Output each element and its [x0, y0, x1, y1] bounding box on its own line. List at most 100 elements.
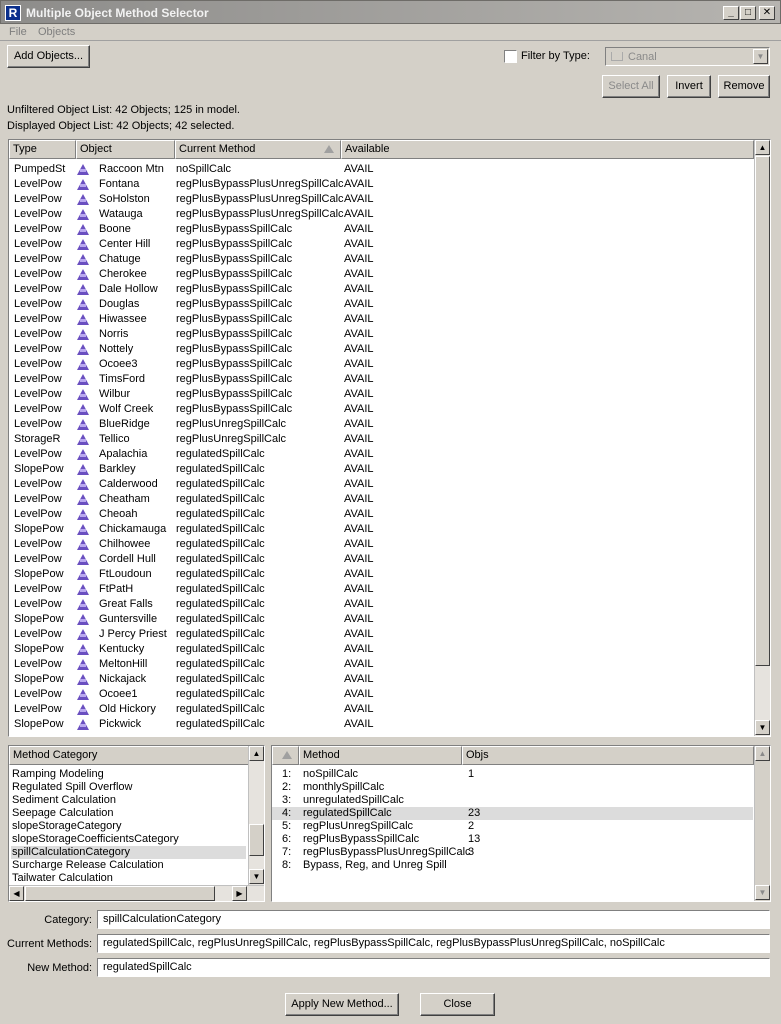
current-methods-field[interactable]: regulatedSpillCalc, regPlusUnregSpillCal… — [97, 934, 770, 953]
current-method-cell: regulatedSpillCalc — [176, 703, 265, 715]
column-header-index[interactable] — [272, 746, 299, 765]
list-item[interactable]: slopeStorageCategory — [11, 820, 246, 833]
column-header-object[interactable]: Object — [76, 140, 175, 159]
table-row[interactable]: SlopePow FtLoudoun regulatedSpillCalc AVAIL — [9, 567, 770, 582]
table-row[interactable]: SlopePow Chickamauga regulatedSpillCalc AVA… — [9, 522, 770, 537]
table-row[interactable]: 8: Bypass, Reg, and Unreg Spill — [272, 859, 753, 872]
scroll-up-icon[interactable]: ▲ — [755, 140, 770, 155]
table-row[interactable]: LevelPow Calderwood regulatedSpillCalc AVAI… — [9, 477, 770, 492]
maximize-button[interactable]: □ — [740, 6, 756, 20]
table-row[interactable]: 5: regPlusUnregSpillCalc 2 — [272, 820, 753, 833]
table-row[interactable]: LevelPow Boone regPlusBypassSpillCalc AVAIL — [9, 222, 770, 237]
object-table-scrollbar[interactable]: ▲ ▼ — [754, 140, 770, 736]
scroll-down-icon[interactable]: ▼ — [249, 869, 264, 884]
table-row[interactable]: LevelPow Center Hill regPlusBypassSpillCal… — [9, 237, 770, 252]
remove-button[interactable]: Remove — [718, 75, 770, 98]
scroll-down-icon[interactable]: ▼ — [755, 720, 770, 735]
table-row[interactable]: 6: regPlusBypassSpillCalc 13 — [272, 833, 753, 846]
scroll-right-icon[interactable]: ▶ — [232, 886, 247, 901]
select-all-button[interactable]: Select All — [602, 75, 660, 98]
scroll-up-icon[interactable]: ▲ — [755, 746, 770, 761]
table-row[interactable]: 2: monthlySpillCalc — [272, 781, 753, 794]
category-field[interactable]: spillCalculationCategory — [97, 910, 770, 929]
chevron-down-icon[interactable]: ▼ — [753, 49, 768, 64]
type-cell: LevelPow — [14, 493, 62, 505]
list-item[interactable]: Tailwater Calculation — [11, 872, 246, 885]
list-item[interactable]: Sediment Calculation — [11, 794, 246, 807]
scroll-thumb[interactable] — [755, 156, 770, 666]
method-category-list: Method Category Ramping Modeling Regulate… — [8, 745, 265, 902]
table-row[interactable]: LevelPow Norris regPlusBypassSpillCalc AVAI… — [9, 327, 770, 342]
apply-new-method-button[interactable]: Apply New Method... — [285, 993, 399, 1016]
table-row[interactable]: LevelPow Dale Hollow regPlusBypassSpillCal… — [9, 282, 770, 297]
close-window-button[interactable]: ✕ — [759, 6, 775, 20]
scroll-down-icon[interactable]: ▼ — [755, 885, 770, 900]
table-row[interactable]: LevelPow Hiwassee regPlusBypassSpillCalc AV… — [9, 312, 770, 327]
column-header-method-category[interactable]: Method Category — [9, 746, 249, 765]
table-row[interactable]: LevelPow FtPatH regulatedSpillCalc AVAIL — [9, 582, 770, 597]
table-row[interactable]: LevelPow Great Falls regulatedSpillCalc AVA… — [9, 597, 770, 612]
table-row[interactable]: LevelPow Cheatham regulatedSpillCalc AVAIL — [9, 492, 770, 507]
close-button[interactable]: Close — [420, 993, 495, 1016]
menu-objects[interactable]: Objects — [38, 26, 75, 38]
table-row[interactable]: LevelPow Watauga regPlusBypassPlusUnregSpi… — [9, 207, 770, 222]
table-row[interactable]: LevelPow Fontana regPlusBypassPlusUnregSpi… — [9, 177, 770, 192]
column-header-objs[interactable]: Objs — [462, 746, 754, 765]
table-row[interactable]: LevelPow Wilbur regPlusBypassSpillCalc AVAI… — [9, 387, 770, 402]
reservoir-icon — [77, 539, 89, 550]
table-row[interactable]: SlopePow Guntersville regulatedSpillCalc AV… — [9, 612, 770, 627]
table-row[interactable]: LevelPow BlueRidge regPlusUnregSpillCalc AV… — [9, 417, 770, 432]
list-item[interactable]: Ramping Modeling — [11, 768, 246, 781]
scroll-thumb[interactable] — [25, 886, 215, 901]
column-header-available[interactable]: Available — [341, 140, 754, 159]
category-list-hscrollbar[interactable]: ◀ ▶ — [9, 885, 264, 901]
menu-file[interactable]: File — [9, 26, 27, 38]
table-row[interactable]: LevelPow Ocoee3 regPlusBypassSpillCalc AVAI… — [9, 357, 770, 372]
table-row[interactable]: LevelPow Old Hickory regulatedSpillCalc AVA… — [9, 702, 770, 717]
table-row[interactable]: LevelPow Douglas regPlusBypassSpillCalc AVA… — [9, 297, 770, 312]
table-row[interactable]: LevelPow Nottely regPlusBypassSpillCalc AVA… — [9, 342, 770, 357]
scroll-up-icon[interactable]: ▲ — [249, 746, 264, 761]
type-filter-dropdown[interactable]: Canal ▼ — [605, 47, 770, 66]
table-row[interactable]: 4: regulatedSpillCalc 23 — [272, 807, 753, 820]
scroll-left-icon[interactable]: ◀ — [9, 886, 24, 901]
list-item[interactable]: spillCalculationCategory — [11, 846, 246, 859]
column-header-current-method[interactable]: Current Method — [175, 140, 341, 159]
table-row[interactable]: LevelPow Chatuge regPlusBypassSpillCalc AVA… — [9, 252, 770, 267]
column-header-method[interactable]: Method — [299, 746, 462, 765]
filter-by-type-checkbox[interactable] — [504, 50, 517, 63]
table-row[interactable]: LevelPow Chilhowee regulatedSpillCalc AVAIL — [9, 537, 770, 552]
table-row[interactable]: PumpedSt Raccoon Mtn noSpillCalc AVAIL — [9, 162, 770, 177]
table-row[interactable]: StorageR Tellico regPlusUnregSpillCalc AVAI… — [9, 432, 770, 447]
scroll-thumb[interactable] — [249, 824, 264, 856]
table-row[interactable]: LevelPow Cherokee regPlusBypassSpillCalc AV… — [9, 267, 770, 282]
table-row[interactable]: SlopePow Barkley regulatedSpillCalc AVAIL — [9, 462, 770, 477]
table-row[interactable]: LevelPow Ocoee1 regulatedSpillCalc AVAIL — [9, 687, 770, 702]
new-method-field[interactable]: regulatedSpillCalc — [97, 958, 770, 977]
table-row[interactable]: LevelPow Cheoah regulatedSpillCalc AVAIL — [9, 507, 770, 522]
column-header-type[interactable]: Type — [9, 140, 76, 159]
table-row[interactable]: 1: noSpillCalc 1 — [272, 768, 753, 781]
table-row[interactable]: 3: unregulatedSpillCalc — [272, 794, 753, 807]
table-row[interactable]: LevelPow TimsFord regPlusBypassSpillCalc AV… — [9, 372, 770, 387]
list-item[interactable]: Regulated Spill Overflow — [11, 781, 246, 794]
table-row[interactable]: LevelPow Wolf Creek regPlusBypassSpillCalc… — [9, 402, 770, 417]
object-cell: Kentucky — [99, 643, 145, 655]
table-row[interactable]: LevelPow SoHolston regPlusBypassPlusUnregS… — [9, 192, 770, 207]
table-row[interactable]: 7: regPlusBypassPlusUnregSpillCalc 3 — [272, 846, 753, 859]
table-row[interactable]: SlopePow Kentucky regulatedSpillCalc AVAIL — [9, 642, 770, 657]
method-table-scrollbar[interactable]: ▲ ▼ — [754, 746, 770, 901]
table-row[interactable]: LevelPow Cordell Hull regulatedSpillCalc AV… — [9, 552, 770, 567]
table-row[interactable]: LevelPow J Percy Priest regulatedSpillCalc… — [9, 627, 770, 642]
list-item[interactable]: slopeStorageCoefficientsCategory — [11, 833, 246, 846]
add-objects-button[interactable]: Add Objects... — [7, 45, 90, 68]
table-row[interactable]: LevelPow MeltonHill regulatedSpillCalc AVAI… — [9, 657, 770, 672]
invert-button[interactable]: Invert — [667, 75, 711, 98]
list-item[interactable]: Seepage Calculation — [11, 807, 246, 820]
table-row[interactable]: SlopePow Pickwick regulatedSpillCalc AVAIL — [9, 717, 770, 732]
table-row[interactable]: LevelPow Apalachia regulatedSpillCalc AVAIL — [9, 447, 770, 462]
category-list-scrollbar[interactable]: ▲ ▼ — [248, 746, 264, 885]
list-item[interactable]: Surcharge Release Calculation — [11, 859, 246, 872]
minimize-button[interactable]: _ — [723, 6, 739, 20]
table-row[interactable]: SlopePow Nickajack regulatedSpillCalc AVAIL — [9, 672, 770, 687]
